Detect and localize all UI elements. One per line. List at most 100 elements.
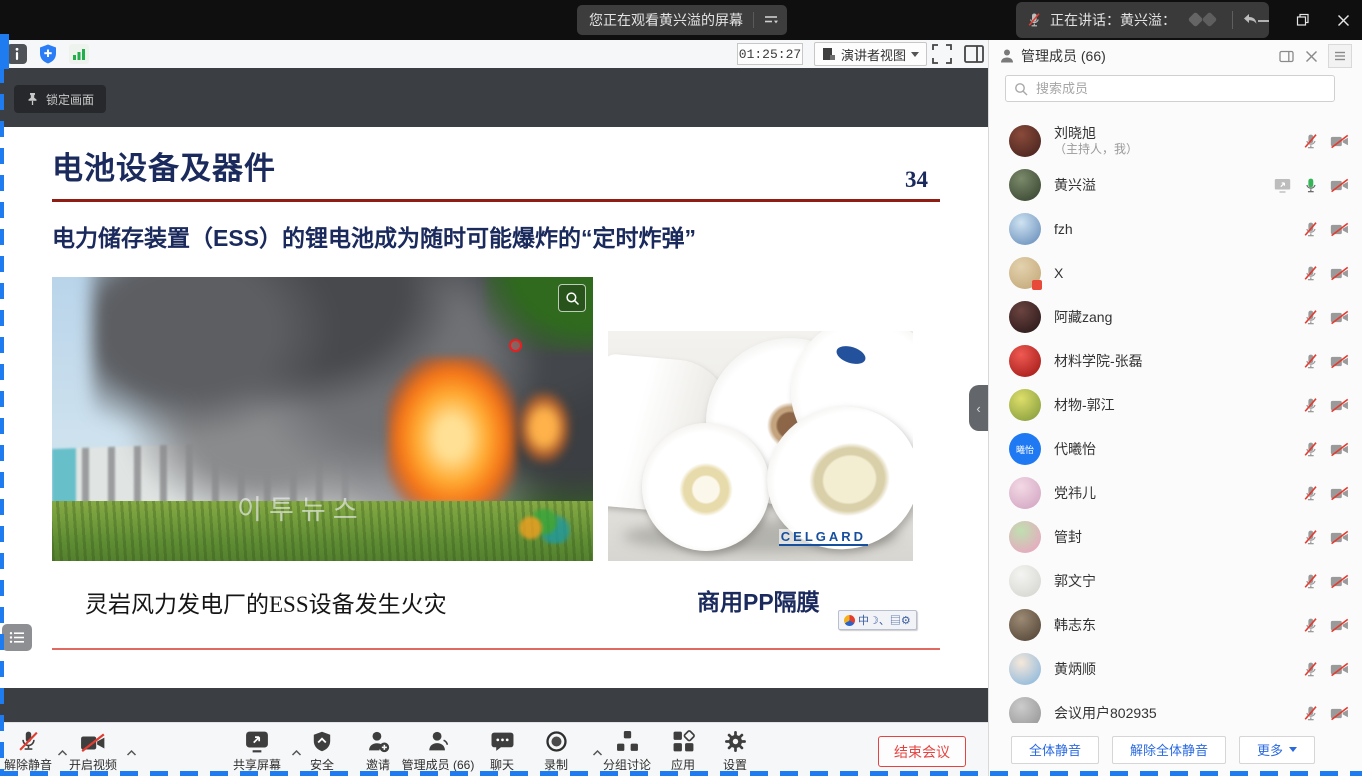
settings-button[interactable]: 设置 [723, 729, 747, 773]
slideshow-menu-button[interactable] [2, 624, 32, 651]
manage-members-button[interactable]: 管理成员 (66) [402, 729, 475, 773]
mic-status-icon[interactable] [1302, 485, 1319, 502]
member-name: 刘晓旭 [1054, 125, 1138, 141]
banner-menu-icon[interactable] [764, 15, 779, 25]
member-row[interactable]: 管封 [989, 515, 1362, 559]
camera-status-icon[interactable] [1330, 134, 1349, 149]
camera-status-icon[interactable] [1330, 398, 1349, 413]
close-panel-icon[interactable] [1305, 50, 1318, 63]
chevron-down-icon [911, 52, 919, 57]
search-input[interactable] [1034, 80, 1326, 97]
camera-status-icon[interactable] [1330, 486, 1349, 501]
mic-status-icon[interactable] [1302, 397, 1319, 414]
mute-all-button[interactable]: 全体静音 [1011, 736, 1099, 764]
member-name: fzh [1054, 221, 1073, 237]
member-name: 黄炳顺 [1054, 661, 1096, 677]
mic-status-icon[interactable] [1302, 617, 1319, 634]
magnifier-icon[interactable] [558, 284, 586, 312]
record-icon [544, 729, 567, 753]
member-name: 材物-郭江 [1054, 397, 1115, 413]
start-video-button[interactable]: 开启视频 [69, 729, 117, 773]
avatar [1009, 477, 1041, 509]
member-row[interactable]: 会议用户802935 [989, 691, 1362, 723]
side-panel-icon[interactable] [963, 43, 985, 65]
unmute-all-button[interactable]: 解除全体静音 [1112, 736, 1226, 764]
mic-status-icon[interactable] [1302, 265, 1319, 282]
popout-panel-icon[interactable] [1279, 49, 1295, 64]
mic-status-icon[interactable] [1302, 353, 1319, 370]
member-list: 刘晓旭 （主持人，我） 黄兴溢 [989, 119, 1362, 723]
camera-status-icon[interactable] [1330, 530, 1349, 545]
camera-status-icon[interactable] [1330, 706, 1349, 721]
footer-rule [52, 648, 940, 650]
member-name: X [1054, 265, 1063, 281]
mic-options-chevron[interactable] [57, 749, 68, 757]
member-row[interactable]: 黄炳顺 [989, 647, 1362, 691]
member-row[interactable]: X [989, 251, 1362, 295]
member-row[interactable]: 曦怡 代曦怡 [989, 427, 1362, 471]
mic-status-icon[interactable] [1302, 661, 1319, 678]
avatar: 曦怡 [1009, 433, 1041, 465]
avatar [1009, 125, 1041, 157]
mic-status-icon[interactable] [1302, 133, 1319, 150]
mic-status-icon[interactable] [1302, 441, 1319, 458]
avatar [1009, 653, 1041, 685]
fullscreen-icon[interactable] [931, 43, 953, 65]
minimize-button[interactable] [1250, 7, 1276, 33]
camera-status-icon[interactable] [1330, 442, 1349, 457]
member-row[interactable]: 韩志东 [989, 603, 1362, 647]
network-signal-icon[interactable] [68, 43, 90, 65]
ess-fire-photo: 이투뉴스 [52, 277, 593, 561]
mic-status-icon[interactable] [1302, 705, 1319, 722]
lock-view-button[interactable]: 锁定画面 [14, 85, 106, 113]
member-subtitle: （主持人，我） [1054, 141, 1138, 157]
mic-status-icon[interactable] [1302, 529, 1319, 546]
member-row[interactable]: 刘晓旭 （主持人，我） [989, 119, 1362, 163]
mic-status-icon[interactable] [1302, 573, 1319, 590]
unmute-button[interactable]: 解除静音 [4, 729, 52, 773]
meeting-info-icon[interactable] [6, 43, 28, 65]
mic-status-icon[interactable] [1302, 177, 1319, 194]
member-row[interactable]: 阿藏zang [989, 295, 1362, 339]
mic-status-icon[interactable] [1302, 221, 1319, 238]
panel-menu-icon[interactable] [1328, 44, 1352, 68]
more-button[interactable]: 更多 [1239, 736, 1315, 764]
member-name: 代曦怡 [1054, 441, 1096, 457]
camera-status-icon[interactable] [1330, 266, 1349, 281]
mic-status-icon[interactable] [1302, 309, 1319, 326]
invite-button[interactable]: 邀请 [366, 729, 390, 773]
record-button[interactable]: 录制 [544, 729, 568, 773]
pp-separator-photo: CELGARD [608, 331, 913, 561]
camera-status-icon[interactable] [1330, 662, 1349, 677]
meeting-toolbar: 解除静音 开启视频 共享屏幕 安全 邀请 [0, 722, 988, 776]
avatar [1009, 257, 1041, 289]
share-options-chevron[interactable] [291, 749, 302, 757]
restore-button[interactable] [1290, 7, 1316, 33]
member-row[interactable]: 党祎儿 [989, 471, 1362, 515]
panel-collapse-handle[interactable]: ‹ [969, 385, 988, 431]
apps-button[interactable]: 应用 [671, 729, 695, 773]
camera-status-icon[interactable] [1330, 574, 1349, 589]
video-options-chevron[interactable] [126, 749, 137, 757]
member-name: 郭文宁 [1054, 573, 1096, 589]
breakout-rooms-button[interactable]: 分组讨论 [603, 729, 651, 773]
camera-status-icon[interactable] [1330, 618, 1349, 633]
member-row[interactable]: 黄兴溢 [989, 163, 1362, 207]
end-meeting-button[interactable]: 结束会议 [878, 736, 966, 767]
camera-status-icon[interactable] [1330, 178, 1349, 193]
camera-status-icon[interactable] [1330, 310, 1349, 325]
camera-status-icon[interactable] [1330, 354, 1349, 369]
security-button[interactable]: 安全 [310, 729, 334, 773]
record-options-chevron[interactable] [592, 749, 603, 757]
member-row[interactable]: 郭文宁 [989, 559, 1362, 603]
panel-footer: 全体静音 解除全体静音 更多 [989, 723, 1362, 776]
camera-status-icon[interactable] [1330, 222, 1349, 237]
close-button[interactable] [1330, 7, 1356, 33]
member-row[interactable]: fzh [989, 207, 1362, 251]
chat-button[interactable]: 聊天 [490, 729, 514, 773]
share-screen-button[interactable]: 共享屏幕 [233, 729, 281, 773]
member-row[interactable]: 材物-郭江 [989, 383, 1362, 427]
view-mode-button[interactable]: 演讲者视图 [814, 42, 927, 66]
member-row[interactable]: 材料学院-张磊 [989, 339, 1362, 383]
security-shield-icon[interactable] [37, 43, 59, 65]
